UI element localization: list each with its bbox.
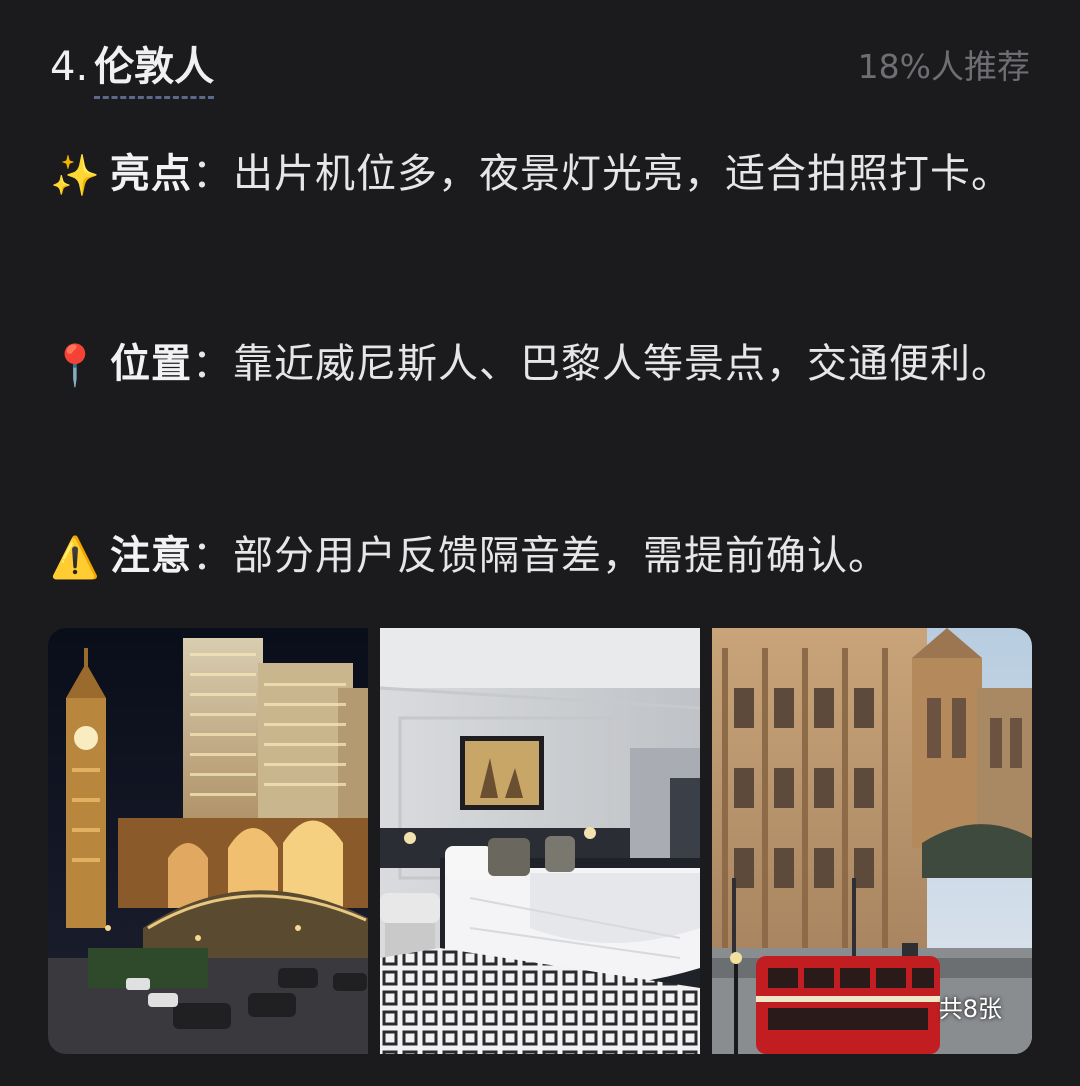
location-separator: ： <box>192 341 233 387</box>
photo-gallery: 共8张 <box>48 628 1032 1054</box>
hotel-name[interactable]: 伦敦人 <box>94 44 215 99</box>
warning-text: 部分用户反馈隔音差，需提前确认。 <box>233 533 889 579</box>
warning-separator: ： <box>192 533 233 579</box>
hotel-bedroom-photo[interactable] <box>380 628 700 1054</box>
location-label: 位置 <box>110 341 192 387</box>
sparkles-icon: ✨ <box>50 153 101 199</box>
highlight-label: 亮点 <box>110 151 192 197</box>
warning-icon: ⚠️ <box>50 535 101 581</box>
photo-count-badge: 共8张 <box>938 995 1002 1023</box>
location-paragraph: 📍 位置：靠近威尼斯人、巴黎人等景点，交通便利。 <box>50 318 1040 412</box>
pin-icon: 📍 <box>50 343 101 389</box>
london-night-exterior-photo[interactable] <box>48 628 368 1054</box>
hotel-rank: 4. <box>50 44 89 90</box>
location-text: 靠近威尼斯人、巴黎人等景点，交通便利。 <box>233 341 1012 387</box>
warning-label: 注意 <box>110 533 192 579</box>
gothic-facade-red-bus-photo[interactable]: 共8张 <box>712 628 1032 1054</box>
highlight-text: 出片机位多，夜景灯光亮，适合拍照打卡。 <box>233 151 1012 197</box>
highlight-paragraph: ✨ 亮点：出片机位多，夜景灯光亮，适合拍照打卡。 <box>50 128 1040 222</box>
recommend-percentage: 18%人推荐 <box>857 47 1030 86</box>
highlight-separator: ： <box>192 151 233 197</box>
warning-paragraph: ⚠️ 注意：部分用户反馈隔音差，需提前确认。 <box>50 510 1040 604</box>
hotel-header: 4. 伦敦人 18%人推荐 <box>50 28 1030 100</box>
hotel-title[interactable]: 4. 伦敦人 <box>50 34 215 99</box>
